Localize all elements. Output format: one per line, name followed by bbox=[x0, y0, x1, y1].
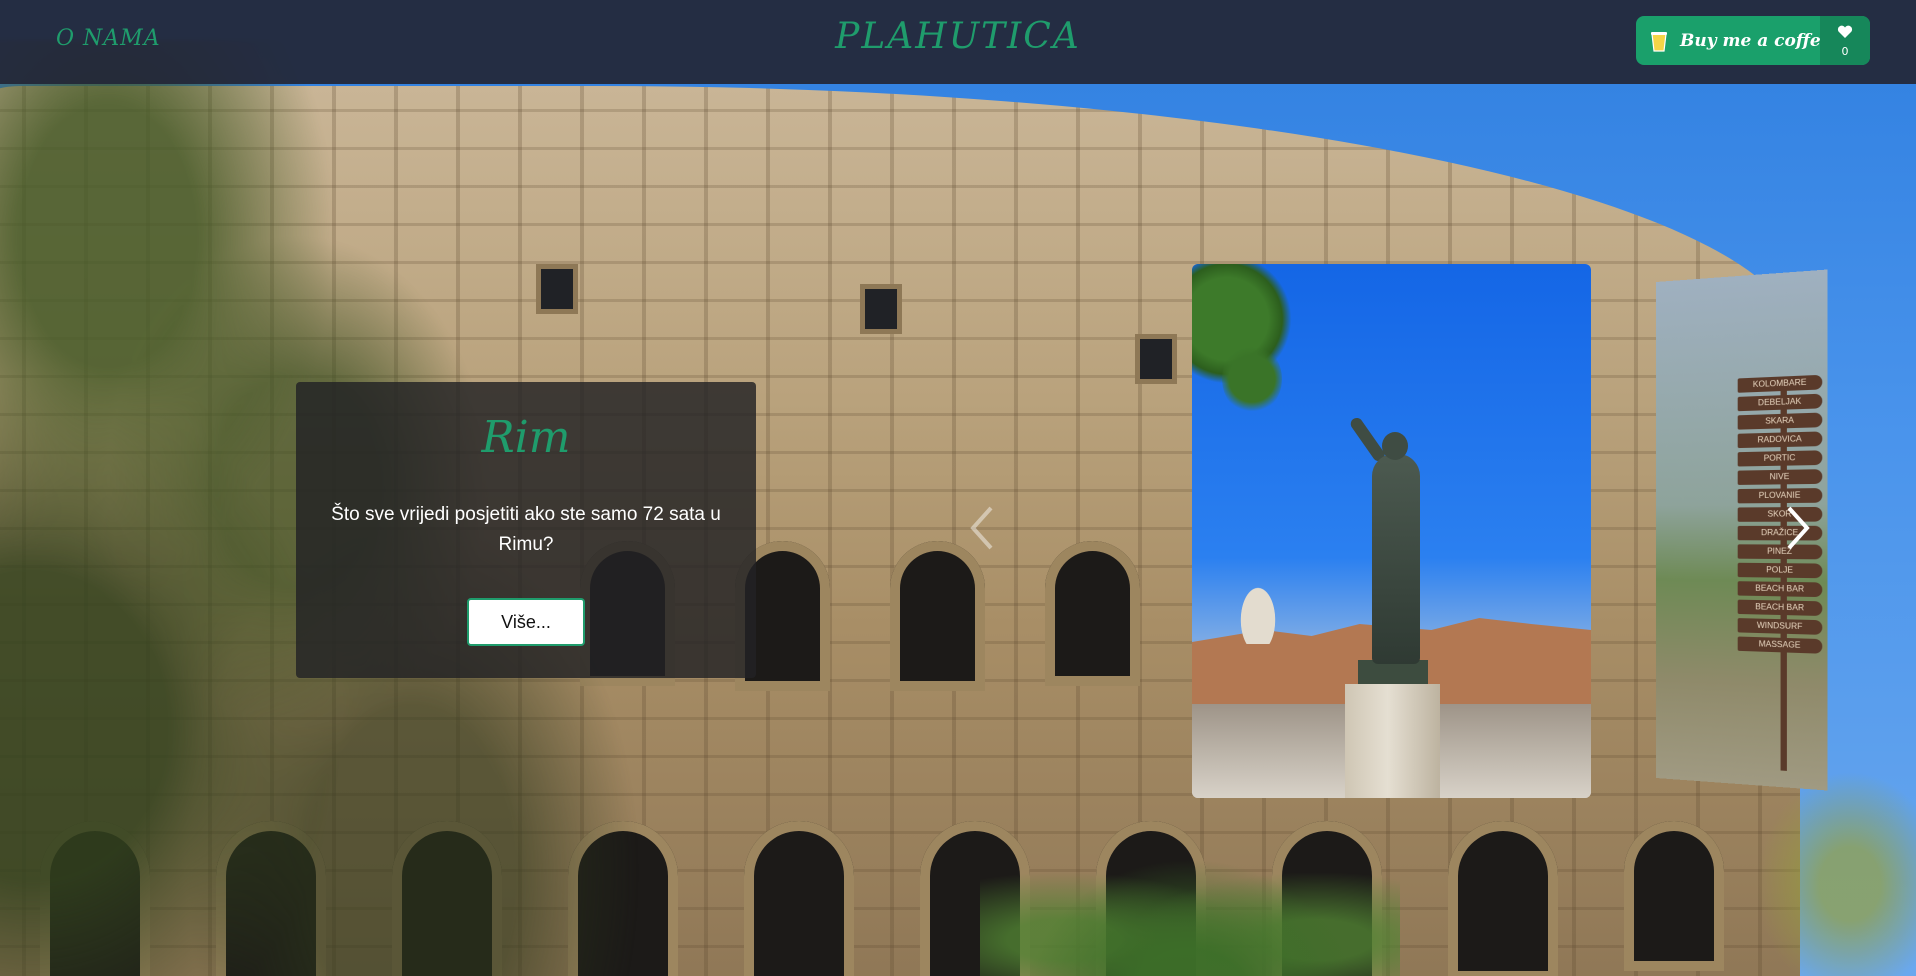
top-navbar: O NAMA PLAHUTICA Buy me a coffee 0 bbox=[0, 0, 1916, 84]
heart-icon bbox=[1837, 24, 1853, 43]
brand-logo-container: PLAHUTICA bbox=[0, 16, 1916, 57]
slide-description: Što sve vrijedi posjetiti ako ste samo 7… bbox=[331, 504, 721, 555]
coffee-counter: 0 bbox=[1820, 16, 1870, 65]
sign-board: DEBELJAK bbox=[1737, 393, 1823, 412]
chevron-right-icon bbox=[1785, 504, 1811, 556]
sign-board: RADOVICA bbox=[1737, 431, 1823, 449]
sign-board: BEACH BAR bbox=[1737, 581, 1823, 598]
colosseum-arch bbox=[744, 821, 854, 976]
statue-body bbox=[1372, 454, 1420, 664]
dome bbox=[1228, 564, 1288, 644]
statue-head bbox=[1382, 432, 1408, 460]
sign-board: SKARA bbox=[1737, 412, 1823, 430]
sign-board: POLJE bbox=[1737, 562, 1823, 579]
nav-link-about[interactable]: O NAMA bbox=[56, 26, 161, 51]
buy-me-a-coffee-button[interactable]: Buy me a coffee 0 bbox=[1636, 16, 1870, 65]
read-more-button[interactable]: Više... bbox=[467, 598, 585, 646]
coffee-cup-icon bbox=[1650, 30, 1668, 52]
sign-board: NIVE bbox=[1737, 469, 1823, 485]
sign-board: PORTIC bbox=[1737, 450, 1823, 467]
colosseum-arch bbox=[1624, 821, 1724, 971]
statue-pedestal bbox=[1345, 684, 1440, 798]
colosseum-window bbox=[860, 284, 902, 334]
colosseum-arch bbox=[1045, 541, 1140, 686]
sign-board: BEACH BAR bbox=[1737, 599, 1823, 617]
slide-title: Rim bbox=[481, 412, 571, 463]
chevron-left-icon bbox=[969, 504, 995, 556]
brand-logo[interactable]: PLAHUTICA bbox=[835, 16, 1081, 57]
coffee-count: 0 bbox=[1841, 44, 1849, 58]
colosseum-arch bbox=[890, 541, 985, 691]
carousel-prev-button[interactable] bbox=[962, 500, 1002, 560]
slide-info-card: Rim Što sve vrijedi posjetiti ako ste sa… bbox=[296, 382, 756, 678]
colosseum-arch bbox=[1448, 821, 1558, 976]
pine-tree bbox=[1222, 344, 1282, 414]
statue-arm bbox=[1348, 415, 1387, 464]
sign-board: KOLOMBARE bbox=[1737, 374, 1823, 393]
colosseum-window bbox=[1135, 334, 1177, 384]
coffee-button-label: Buy me a coffee bbox=[1680, 30, 1832, 51]
palm-foliage bbox=[980, 820, 1400, 976]
slide-image-main[interactable] bbox=[1192, 264, 1591, 798]
sign-board: MASSAGE bbox=[1737, 636, 1823, 654]
sign-board: WINDSURF bbox=[1737, 618, 1823, 635]
carousel-next-button[interactable] bbox=[1778, 500, 1818, 560]
hero-background bbox=[0, 0, 1916, 976]
